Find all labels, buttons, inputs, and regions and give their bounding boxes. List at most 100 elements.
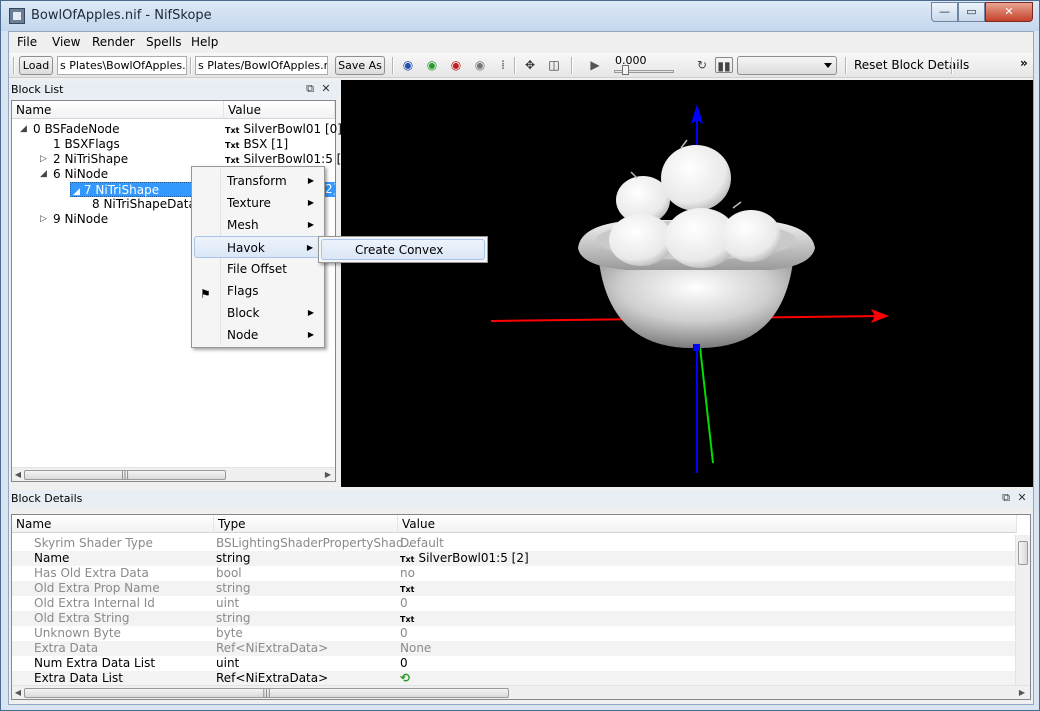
col-header-value[interactable]: Value: [224, 101, 335, 119]
save-path-field[interactable]: s Plates/BowlOfApples.nif: [195, 56, 328, 75]
switch-animation-icon[interactable]: ▮▮: [715, 57, 733, 73]
render-viewport[interactable]: [341, 80, 1033, 487]
tree-row-value[interactable]: Txt SilverBowl01:5 [2]: [225, 152, 354, 167]
recycle-arrows-icon[interactable]: ⟲: [400, 671, 410, 686]
tree-row-value-selected[interactable]: 2]: [325, 182, 335, 197]
load-button[interactable]: Load: [19, 56, 53, 75]
nifskope-app-icon[interactable]: [9, 8, 25, 24]
tree-row-name[interactable]: 8 NiTriShapeData: [92, 197, 196, 212]
menu-item-node[interactable]: Node ▶: [194, 324, 322, 346]
client-area: File View Render Spells Help Load s Plat…: [8, 31, 1034, 705]
table-row[interactable]: Old Extra Prop Name string Txt: [12, 581, 1017, 596]
tree-row-name[interactable]: 9 NiNode: [53, 212, 108, 227]
menu-item-file-offset[interactable]: File Offset: [194, 258, 322, 280]
table-row[interactable]: Num Extra Data List uint 0: [12, 656, 1017, 671]
col-header-name[interactable]: Name: [12, 101, 224, 119]
tree-row-value[interactable]: Txt BSX [1]: [225, 137, 288, 152]
col-header-type[interactable]: Type: [214, 515, 398, 533]
move-axis-icon[interactable]: ✥: [521, 57, 539, 73]
eye-gray-icon[interactable]: ◉: [471, 57, 489, 73]
row-value: 0: [400, 626, 408, 640]
row-type: uint: [216, 596, 240, 610]
play-icon[interactable]: ▶: [586, 57, 604, 73]
table-row[interactable]: Extra Data Ref<NiExtraData> None: [12, 641, 1017, 656]
menu-item-havok[interactable]: Havok ▶: [194, 236, 322, 258]
row-name: Extra Data: [34, 641, 99, 655]
scroll-left-icon[interactable]: ◀: [12, 468, 24, 482]
menu-item-label: Mesh: [227, 218, 259, 232]
tree-row-name[interactable]: 2 NiTriShape: [53, 152, 128, 167]
scroll-left-icon[interactable]: ◀: [12, 686, 24, 700]
tree-row-name[interactable]: 6 NiNode: [53, 167, 108, 182]
table-row[interactable]: Name string Txt SilverBowl01:5 [2]: [12, 551, 1017, 566]
row-value: no: [400, 566, 415, 580]
apple: [721, 210, 781, 262]
submenu-arrow-icon: ▶: [307, 198, 314, 207]
toolbar-overflow-icon[interactable]: »: [1020, 56, 1028, 70]
scroll-right-icon[interactable]: ▶: [1016, 686, 1028, 700]
pivot-marker[interactable]: [693, 344, 700, 351]
scroll-right-icon[interactable]: ▶: [322, 468, 334, 482]
close-icon[interactable]: ✕: [319, 82, 333, 96]
toolbar-grip[interactable]: [13, 57, 15, 74]
close-icon[interactable]: ✕: [1015, 491, 1029, 505]
menu-help[interactable]: Help: [191, 35, 218, 49]
col-header-value[interactable]: Value: [398, 515, 1017, 533]
expanded-arrow-icon[interactable]: ◢: [20, 124, 27, 134]
menu-file[interactable]: File: [17, 35, 37, 49]
menu-view[interactable]: View: [52, 35, 80, 49]
view-options-icon[interactable]: ◫: [545, 57, 563, 73]
expanded-arrow-icon[interactable]: ◢: [40, 169, 47, 179]
scrollbar-thumb[interactable]: |||: [24, 688, 509, 698]
submenu-arrow-icon: ▶: [307, 220, 314, 229]
row-type: uint: [216, 656, 240, 670]
load-path-field[interactable]: s Plates\BowlOfApples.nif: [57, 56, 187, 75]
horizontal-scrollbar[interactable]: ◀ ||| ▶: [12, 467, 335, 481]
save-as-button[interactable]: Save As: [335, 56, 385, 75]
close-button[interactable]: ✕: [985, 2, 1033, 22]
menu-render[interactable]: Render: [92, 35, 135, 49]
menu-item-label: Texture: [227, 196, 271, 210]
tree-row-value[interactable]: Txt SilverBowl01 [0]: [225, 122, 342, 137]
eye-green-icon[interactable]: ◉: [423, 57, 441, 73]
footprints-icon[interactable]: ⁞: [494, 57, 512, 73]
tree-row-name[interactable]: 0 BSFadeNode: [33, 122, 120, 137]
collapsed-arrow-icon[interactable]: ▷: [40, 214, 47, 224]
maximize-button[interactable]: ▭: [958, 2, 985, 22]
vertical-scrollbar[interactable]: [1015, 535, 1030, 685]
expanded-arrow-icon[interactable]: ◢: [73, 187, 80, 197]
table-row[interactable]: Old Extra String string Txt: [12, 611, 1017, 626]
menu-item-mesh[interactable]: Mesh ▶: [194, 214, 322, 236]
row-type: string: [216, 551, 251, 565]
collapsed-arrow-icon[interactable]: ▷: [40, 154, 47, 164]
menu-item-texture[interactable]: Texture ▶: [194, 192, 322, 214]
tree-row-name[interactable]: 1 BSXFlags: [53, 137, 120, 152]
row-value: 0: [400, 656, 408, 670]
scrollbar-thumb[interactable]: [1018, 541, 1028, 565]
table-row[interactable]: Extra Data List Ref<NiExtraData> ⟲: [12, 671, 1017, 686]
horizontal-scrollbar[interactable]: ◀ ||| ▶: [12, 685, 1030, 699]
title-bar[interactable]: BowlOfApples.nif - NifSkope — ▭ ✕: [1, 1, 1039, 31]
table-row[interactable]: Skyrim Shader Type BSLightingShaderPrope…: [12, 536, 1017, 551]
menu-item-flags[interactable]: ⚑ Flags: [194, 280, 322, 302]
table-row[interactable]: Has Old Extra Data bool no: [12, 566, 1017, 581]
row-type: byte: [216, 626, 243, 640]
eye-red-icon[interactable]: ◉: [447, 57, 465, 73]
table-row[interactable]: Old Extra Internal Id uint 0: [12, 596, 1017, 611]
block-details-table[interactable]: Name Type Value Skyrim Shader Type BSLig…: [11, 514, 1031, 700]
menu-spells[interactable]: Spells: [146, 35, 182, 49]
tree-row-selected[interactable]: ◢ 7 NiTriShape: [70, 182, 193, 197]
minimize-button[interactable]: —: [931, 2, 958, 22]
time-slider-thumb[interactable]: [622, 65, 629, 75]
menu-item-block[interactable]: Block ▶: [194, 302, 322, 324]
loop-icon[interactable]: ↻: [693, 57, 711, 73]
col-header-name[interactable]: Name: [12, 515, 214, 533]
table-row[interactable]: Unknown Byte byte 0: [12, 626, 1017, 641]
animation-select[interactable]: [737, 56, 837, 75]
float-icon[interactable]: ⧉: [999, 491, 1013, 505]
menu-item-transform[interactable]: Transform ▶: [194, 170, 322, 192]
float-icon[interactable]: ⧉: [303, 82, 317, 96]
menu-item-create-convex-shape[interactable]: Create Convex Shape: [321, 239, 485, 277]
eye-blue-icon[interactable]: ◉: [399, 57, 417, 73]
scrollbar-thumb[interactable]: |||: [24, 470, 226, 480]
